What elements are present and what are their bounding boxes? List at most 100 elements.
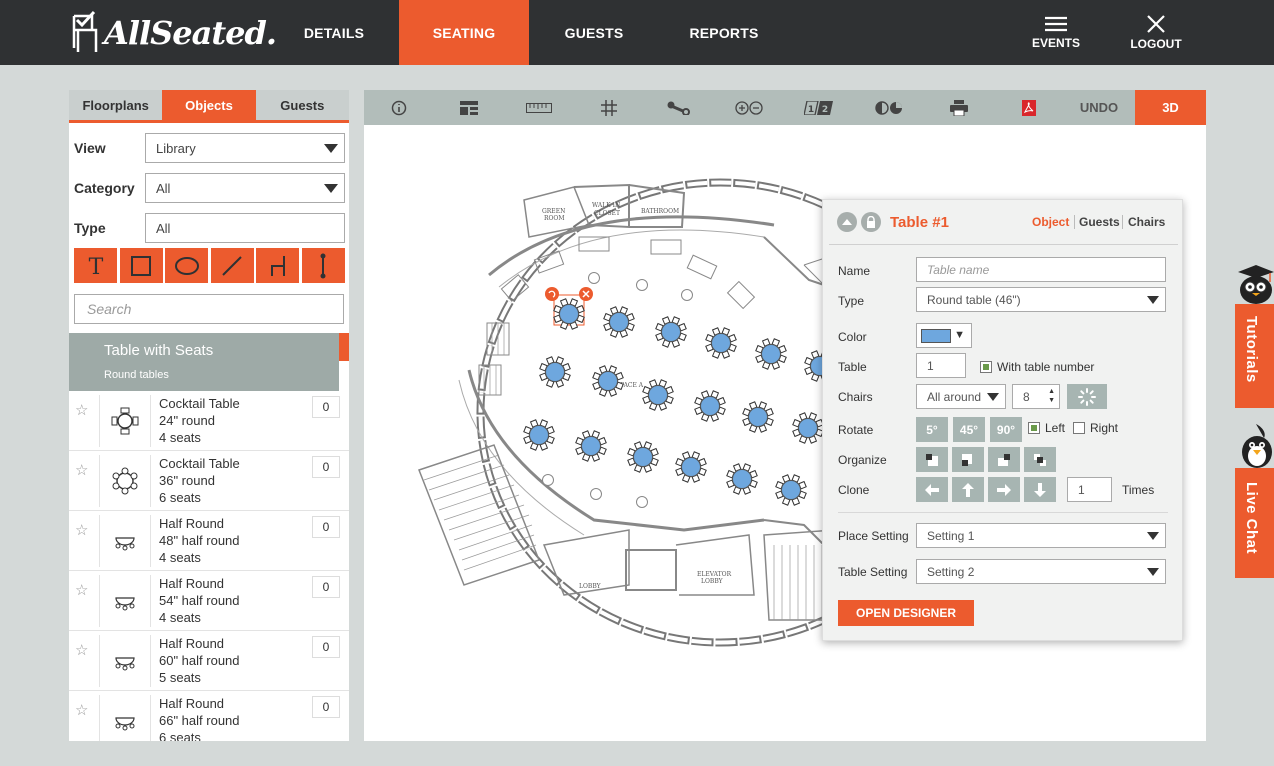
item-count[interactable]: 0 xyxy=(312,456,340,478)
align-top-left-button[interactable] xyxy=(916,447,948,472)
tab-objects[interactable]: Objects xyxy=(162,90,256,120)
align-top-right-button[interactable] xyxy=(988,447,1020,472)
align-center-button[interactable] xyxy=(1024,447,1056,472)
view-3d-button[interactable]: 3D xyxy=(1135,90,1206,125)
nav-tab-guests[interactable]: GUESTS xyxy=(529,0,659,65)
round-table[interactable] xyxy=(539,356,571,388)
star-icon[interactable]: ☆ xyxy=(75,641,88,659)
line-tool-button[interactable] xyxy=(210,248,254,283)
pole-tool-button[interactable] xyxy=(301,248,345,283)
star-icon[interactable]: ☆ xyxy=(75,581,88,599)
round-table[interactable] xyxy=(627,441,659,473)
nav-tab-reports[interactable]: REPORTS xyxy=(659,0,789,65)
round-table[interactable] xyxy=(603,306,635,338)
view-select[interactable]: Library xyxy=(145,133,345,163)
tab-chairs[interactable]: Chairs xyxy=(1128,215,1165,229)
round-table[interactable] xyxy=(755,338,787,370)
print-button[interactable] xyxy=(924,90,994,125)
table-name-input[interactable]: Table name xyxy=(916,257,1166,282)
tab-floorplans[interactable]: Floorplans xyxy=(69,90,162,120)
item-count[interactable]: 0 xyxy=(312,696,340,718)
category-select[interactable]: All xyxy=(145,173,345,203)
round-table[interactable] xyxy=(742,401,774,433)
list-item[interactable]: ☆ Half Round 54" half round 4 seats 0 xyxy=(69,571,349,631)
info-button[interactable] xyxy=(364,90,434,125)
round-table[interactable] xyxy=(642,379,674,411)
undo-button[interactable]: UNDO xyxy=(1064,90,1134,125)
clone-down-button[interactable] xyxy=(1024,477,1056,502)
align-bottom-left-button[interactable] xyxy=(952,447,984,472)
rotate-left-checkbox[interactable] xyxy=(1028,422,1040,434)
display-button[interactable] xyxy=(854,90,924,125)
item-count[interactable]: 0 xyxy=(312,636,340,658)
round-table[interactable] xyxy=(575,430,607,462)
star-icon[interactable]: ☆ xyxy=(75,401,88,419)
type-input[interactable]: All xyxy=(145,213,345,243)
tab-object[interactable]: Object xyxy=(1032,215,1069,229)
nav-tab-seating[interactable]: SEATING xyxy=(399,0,529,65)
ellipse-tool-button[interactable] xyxy=(165,248,208,283)
rotate-45-button[interactable]: 45° xyxy=(953,417,985,442)
round-table[interactable] xyxy=(655,316,687,348)
star-icon[interactable]: ☆ xyxy=(75,701,88,719)
round-table[interactable] xyxy=(705,327,737,359)
rotate-handle[interactable] xyxy=(545,287,559,301)
round-table[interactable] xyxy=(694,390,726,422)
chairs-count-stepper[interactable]: 8 ▲ ▼ xyxy=(1012,384,1060,409)
round-table[interactable] xyxy=(675,451,707,483)
collapse-button[interactable] xyxy=(837,212,857,232)
item-count[interactable]: 0 xyxy=(312,396,340,418)
item-count[interactable]: 0 xyxy=(312,516,340,538)
rotate-90-button[interactable]: 90° xyxy=(990,417,1022,442)
table-setting-select[interactable]: Setting 2 xyxy=(916,559,1166,584)
star-icon[interactable]: ☆ xyxy=(75,521,88,539)
clone-right-button[interactable] xyxy=(988,477,1020,502)
star-icon[interactable]: ☆ xyxy=(75,461,88,479)
round-table[interactable] xyxy=(792,412,824,444)
with-table-number-checkbox[interactable] xyxy=(980,361,992,373)
tab-table-guests[interactable]: Guests xyxy=(1079,215,1120,229)
item-count[interactable]: 0 xyxy=(312,576,340,598)
table-number-input[interactable]: 1 xyxy=(916,353,966,378)
grid-button[interactable] xyxy=(574,90,644,125)
nav-tab-details[interactable]: DETAILS xyxy=(269,0,399,65)
tutorials-tab[interactable]: Tutorials xyxy=(1235,304,1274,408)
rotate-5-button[interactable]: 5° xyxy=(916,417,948,442)
refresh-chairs-button[interactable] xyxy=(1067,384,1107,409)
rectangle-tool-button[interactable] xyxy=(119,248,163,283)
list-item[interactable]: ☆ Half Round 66" half round 6 seats 0 xyxy=(69,691,349,741)
open-designer-button[interactable]: OPEN DESIGNER xyxy=(838,600,974,626)
tools-button[interactable] xyxy=(644,90,714,125)
category-header[interactable]: Table with Seats Round tables xyxy=(69,333,339,391)
list-item[interactable]: ☆ Half Round 60" half round 5 seats 0 xyxy=(69,631,349,691)
allseated-logo[interactable]: AllSeated. xyxy=(68,8,277,58)
text-tool-button[interactable]: T xyxy=(74,248,117,283)
live-chat-tab[interactable]: Live Chat xyxy=(1235,468,1274,578)
clone-times-input[interactable]: 1 xyxy=(1067,477,1112,502)
list-item[interactable]: ☆ Half Round 48" half round 4 seats 0 xyxy=(69,511,349,571)
tab-guests[interactable]: Guests xyxy=(256,90,349,120)
numbering-button[interactable]: 12 xyxy=(784,90,854,125)
place-setting-select[interactable]: Setting 1 xyxy=(916,523,1166,548)
round-table[interactable] xyxy=(775,474,807,506)
clone-up-button[interactable] xyxy=(952,477,984,502)
chairs-mode-select[interactable]: All around xyxy=(916,384,1006,409)
table-type-select[interactable]: Round table (46") xyxy=(916,287,1166,312)
search-input[interactable]: Search xyxy=(74,294,344,324)
logout-button[interactable]: LOGOUT xyxy=(1111,0,1201,65)
list-item[interactable]: ☆ Cocktail Table 36" round 6 seats 0 xyxy=(69,451,349,511)
round-table[interactable] xyxy=(523,419,555,451)
layout-button[interactable] xyxy=(434,90,504,125)
list-item[interactable]: ☆ Cocktail Table 24" round 4 seats 0 xyxy=(69,391,349,451)
chair-tool-button[interactable] xyxy=(256,248,299,283)
clone-left-button[interactable] xyxy=(916,477,948,502)
ruler-button[interactable] xyxy=(504,90,574,125)
round-table[interactable] xyxy=(726,463,758,495)
pdf-button[interactable] xyxy=(994,90,1064,125)
lock-button[interactable] xyxy=(861,212,881,232)
rotate-right-checkbox[interactable] xyxy=(1073,422,1085,434)
zoom-button[interactable] xyxy=(714,90,784,125)
events-button[interactable]: EVENTS xyxy=(1011,0,1101,65)
color-picker[interactable]: ▼ xyxy=(916,323,972,348)
round-table[interactable] xyxy=(592,365,624,397)
